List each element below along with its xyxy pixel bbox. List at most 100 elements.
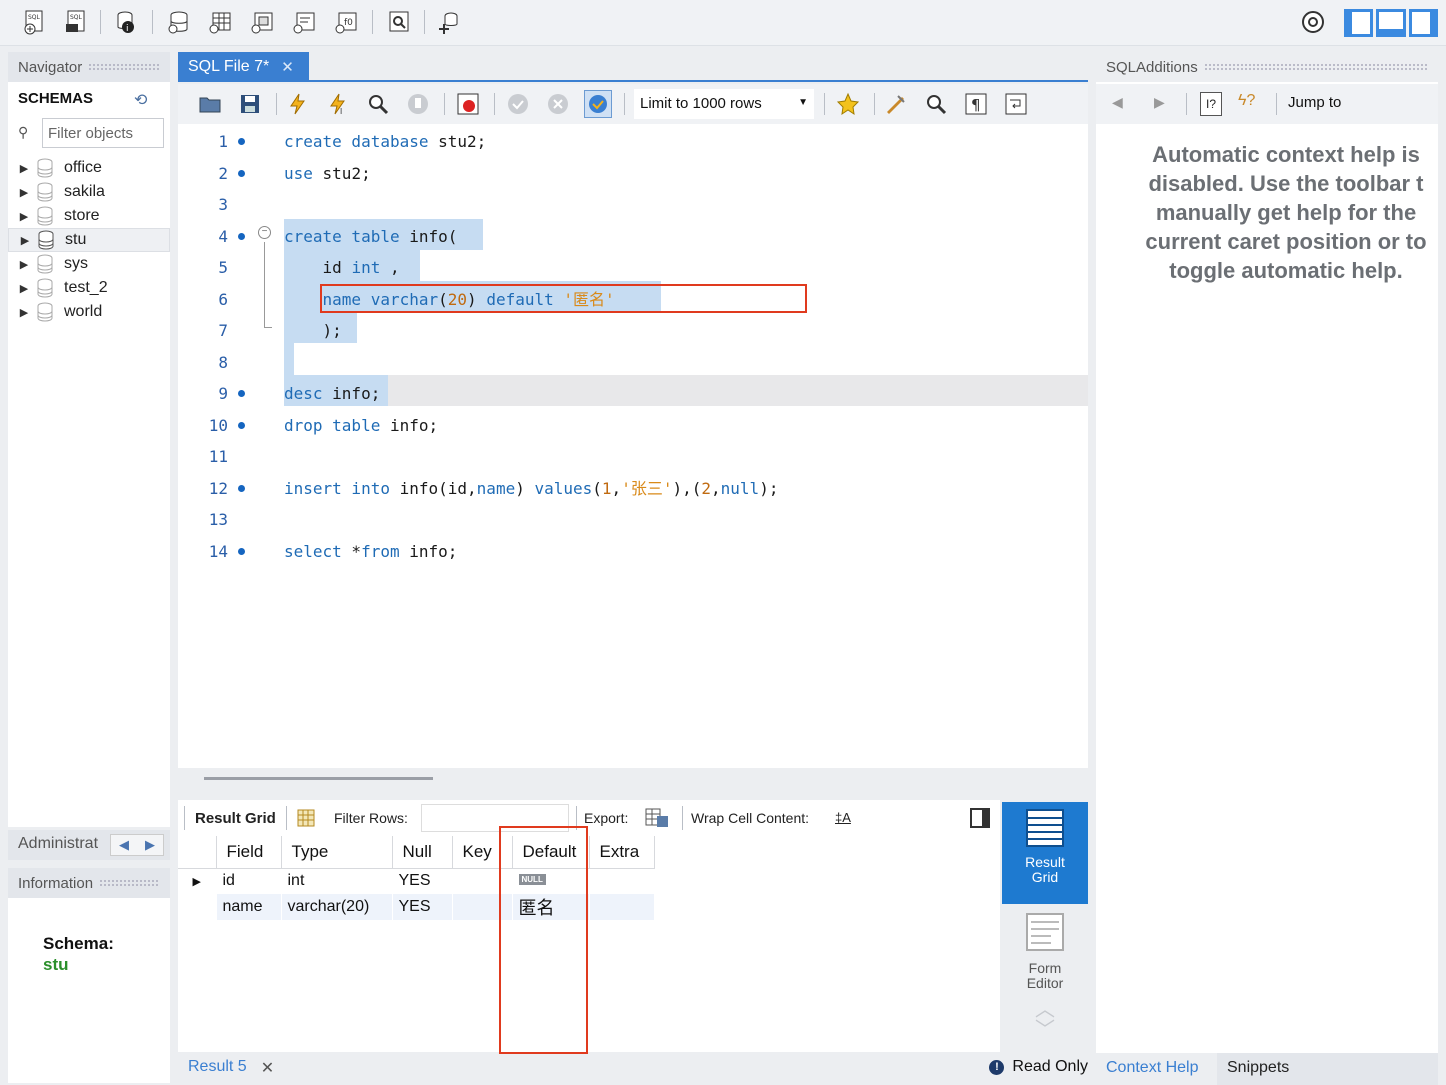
search-table-data-icon[interactable]: [384, 6, 414, 38]
autocommit-toggle-icon[interactable]: [584, 90, 612, 118]
auto-help-icon[interactable]: ϟ?: [1238, 92, 1255, 110]
create-schema-icon[interactable]: [164, 6, 194, 38]
code-line[interactable]: 10 drop table info;: [178, 410, 1088, 441]
open-folder-icon[interactable]: [196, 90, 224, 118]
expand-arrow-icon[interactable]: ▶: [14, 210, 34, 223]
tab-snippets[interactable]: Snippets: [1227, 1059, 1289, 1077]
code-line[interactable]: 3: [178, 189, 1088, 220]
navigator-tab-switcher[interactable]: ◀ ▶: [110, 834, 164, 856]
filter-objects-input[interactable]: [42, 118, 164, 148]
cell-field[interactable]: name: [216, 894, 282, 920]
invisible-chars-icon[interactable]: ¶: [962, 90, 990, 118]
execute-icon[interactable]: [284, 90, 312, 118]
code-line[interactable]: 14 select *from info;: [178, 536, 1088, 567]
result-grid-view-button[interactable]: Result Grid: [1002, 802, 1088, 904]
word-wrap-icon[interactable]: [1002, 90, 1030, 118]
back-icon[interactable]: ◀: [1112, 94, 1123, 111]
column-header-type[interactable]: Type: [281, 836, 393, 869]
code-line[interactable]: 7 );: [178, 315, 1088, 346]
open-sql-script-icon[interactable]: SQL: [62, 6, 92, 38]
limit-rows-value: Limit to 1000 rows: [640, 95, 762, 112]
layout-toggle-icons[interactable]: [1344, 9, 1438, 37]
explain-icon[interactable]: [364, 90, 392, 118]
schema-item-test_2[interactable]: ▶ test_2: [8, 276, 170, 300]
commit-icon[interactable]: [504, 90, 532, 118]
cell-type[interactable]: varchar(20): [281, 894, 393, 920]
expand-arrow-icon[interactable]: ▶: [14, 306, 34, 319]
toggle-sidebar-icon[interactable]: [1344, 9, 1374, 37]
toggle-result-panel-icon[interactable]: [970, 808, 990, 828]
result-grid[interactable]: Field Type Null Key Default Extra ▶ id i…: [178, 836, 1000, 1052]
result-grid-label[interactable]: Result Grid: [195, 810, 276, 827]
new-sql-tab-icon[interactable]: SQL: [20, 6, 50, 38]
arrow-right-icon[interactable]: ▶: [145, 837, 155, 853]
horizontal-scrollbar[interactable]: [204, 777, 433, 780]
form-editor-view-button[interactable]: Form Editor: [1002, 908, 1088, 998]
cell-extra[interactable]: [589, 868, 655, 894]
settings-icon[interactable]: [1298, 6, 1328, 38]
create-procedure-icon[interactable]: [290, 6, 320, 38]
limit-rows-select[interactable]: Limit to 1000 rows ▼: [634, 89, 814, 119]
refresh-icon[interactable]: ⟲: [134, 90, 147, 110]
find-icon[interactable]: [922, 90, 950, 118]
create-table-icon[interactable]: [206, 6, 236, 38]
code-line[interactable]: 5 id int ,: [178, 252, 1088, 283]
toggle-output-icon[interactable]: [1376, 9, 1406, 37]
expand-arrow-icon[interactable]: ▶: [14, 282, 34, 295]
column-header-field[interactable]: Field: [216, 836, 282, 869]
toggle-error-icon[interactable]: [454, 90, 482, 118]
close-icon[interactable]: ✕: [281, 58, 294, 76]
export-icon[interactable]: [644, 806, 670, 830]
grid-columns-icon[interactable]: [296, 808, 316, 828]
schema-item-store[interactable]: ▶ store: [8, 204, 170, 228]
beautify-icon[interactable]: [882, 90, 910, 118]
schema-item-sakila[interactable]: ▶ sakila: [8, 180, 170, 204]
view-scroll-arrows-icon[interactable]: ︿ ﹀: [1030, 1000, 1060, 1044]
create-function-icon[interactable]: f0: [332, 6, 362, 38]
code-line[interactable]: 9 desc info;: [178, 378, 1088, 409]
tab-result-5[interactable]: Result 5 ✕: [188, 1058, 274, 1078]
cell-null[interactable]: YES: [392, 868, 453, 894]
tab-sql-file[interactable]: SQL File 7* ✕: [178, 52, 309, 82]
cell-field[interactable]: id: [216, 868, 282, 894]
expand-arrow-icon[interactable]: ▶: [15, 234, 35, 247]
create-view-icon[interactable]: [248, 6, 278, 38]
jump-to-select[interactable]: Jump to: [1288, 94, 1341, 111]
manual-help-icon[interactable]: I?: [1200, 92, 1222, 116]
code-line[interactable]: 12 insert into info(id,name) values(1,'张三…: [178, 473, 1088, 504]
code-line[interactable]: 2 use stu2;: [178, 158, 1088, 189]
schema-item-stu[interactable]: ▶ stu: [8, 228, 170, 252]
tab-context-help[interactable]: Context Help: [1106, 1059, 1199, 1077]
code-line[interactable]: 4 create table info(: [178, 221, 1088, 252]
reconnect-icon[interactable]: [434, 6, 464, 38]
code-line[interactable]: 11: [178, 441, 1088, 472]
close-icon[interactable]: ✕: [261, 1058, 274, 1078]
schema-item-office[interactable]: ▶ office: [8, 156, 170, 180]
expand-arrow-icon[interactable]: ▶: [14, 162, 34, 175]
column-header-null[interactable]: Null: [392, 836, 453, 869]
forward-icon[interactable]: ▶: [1154, 94, 1165, 111]
inspector-icon[interactable]: i: [112, 6, 142, 38]
expand-arrow-icon[interactable]: ▶: [14, 186, 34, 199]
cell-null[interactable]: YES: [392, 894, 453, 920]
cell-type[interactable]: int: [281, 868, 393, 894]
code-line[interactable]: 1 create database stu2;: [178, 126, 1088, 157]
cell-extra[interactable]: [589, 894, 655, 920]
schema-item-world[interactable]: ▶ world: [8, 300, 170, 324]
execute-current-icon[interactable]: I: [324, 90, 352, 118]
schema-item-sys[interactable]: ▶ sys: [8, 252, 170, 276]
arrow-left-icon[interactable]: ◀: [119, 837, 129, 853]
add-snippet-icon[interactable]: [834, 90, 862, 118]
code-line[interactable]: 8: [178, 347, 1088, 378]
wrap-cell-icon[interactable]: ‡A: [835, 810, 851, 825]
rollback-icon[interactable]: [544, 90, 572, 118]
sql-editor[interactable]: − 1 create database stu2; 2 use stu2; 3 4 crea…: [178, 124, 1088, 768]
save-icon[interactable]: [236, 90, 264, 118]
expand-arrow-icon[interactable]: ▶: [14, 258, 34, 271]
column-header-extra[interactable]: Extra: [589, 836, 655, 869]
administration-label: Administrat: [18, 835, 99, 852]
code-line[interactable]: 13: [178, 504, 1088, 535]
toggle-secondary-sidebar-icon[interactable]: [1408, 9, 1438, 37]
administration-tab[interactable]: Administrat ◀ ▶: [8, 830, 170, 860]
stop-icon[interactable]: [404, 90, 432, 118]
